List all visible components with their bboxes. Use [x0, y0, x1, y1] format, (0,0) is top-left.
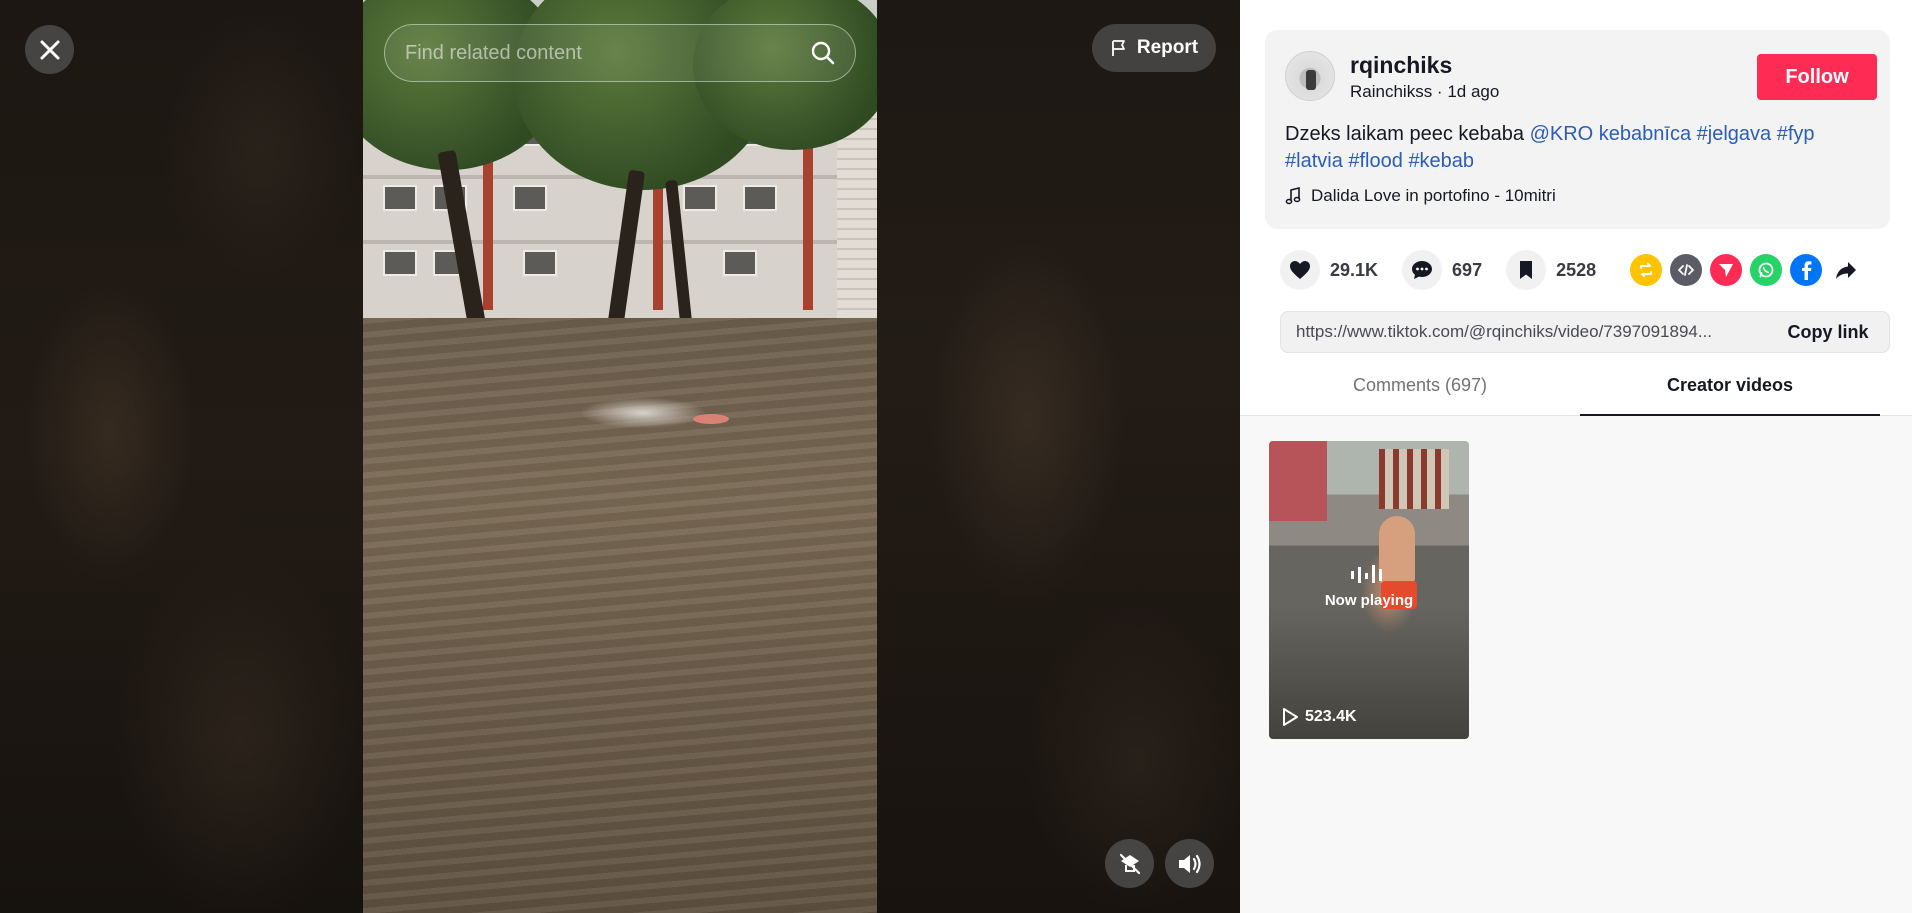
hashtag-link[interactable]: #jelgava: [1697, 123, 1772, 145]
username[interactable]: rqinchiks: [1350, 52, 1452, 79]
favorite-count: 2528: [1556, 259, 1597, 280]
favorite-button[interactable]: 2528: [1506, 250, 1596, 290]
flag-icon: [1111, 40, 1125, 56]
hashtag-link[interactable]: #kebab: [1408, 150, 1474, 172]
view-count: 523.4K: [1281, 707, 1357, 727]
tab-bar: Comments (697) Creator videos: [1240, 372, 1912, 416]
search-input[interactable]: [405, 41, 809, 65]
music-title: Dalida Love in portofino - 10mitri: [1311, 186, 1556, 205]
action-bar: 29.1K 697 2528: [1280, 249, 1890, 291]
heart-icon: [1290, 261, 1310, 279]
video-info-card: rqinchiks Rainchikss · 1d ago Follow Dze…: [1265, 30, 1890, 229]
now-playing-label: Now playing: [1324, 592, 1414, 609]
report-label: Report: [1136, 37, 1199, 58]
creator-videos-grid: Now playing 523.4K: [1240, 416, 1912, 913]
comment-count: 697: [1452, 259, 1483, 280]
follow-button[interactable]: Follow: [1757, 54, 1877, 100]
floating-player-icon: [1119, 853, 1140, 874]
now-playing-indicator: Now playing: [1269, 563, 1469, 609]
copy-link-button[interactable]: Copy link: [1767, 322, 1889, 343]
separator: ·: [1432, 82, 1448, 101]
mention-link[interactable]: @KRO kebabnīca: [1530, 123, 1692, 145]
share-link-box: https://www.tiktok.com/@rqinchiks/video/…: [1280, 311, 1890, 353]
hashtag-link[interactable]: #flood: [1348, 150, 1403, 172]
facebook-icon[interactable]: [1790, 254, 1822, 286]
play-icon: [1283, 708, 1298, 726]
volume-button[interactable]: [1165, 839, 1214, 888]
hashtag-link[interactable]: #latvia: [1285, 150, 1343, 172]
blurred-background-left: [0, 0, 363, 913]
close-icon: [40, 40, 59, 59]
equalizer-icon: [1351, 565, 1382, 583]
like-count: 29.1K: [1330, 259, 1379, 280]
music-link[interactable]: Dalida Love in portofino - 10mitri: [1285, 186, 1556, 206]
tab-comments[interactable]: Comments (697): [1270, 372, 1570, 416]
details-panel: rqinchiks Rainchikss · 1d ago Follow Dze…: [1240, 0, 1912, 913]
hashtag-link[interactable]: #fyp: [1777, 123, 1815, 145]
like-button[interactable]: 29.1K: [1280, 250, 1378, 290]
display-name: Rainchikss: [1350, 82, 1433, 101]
share-icons: [1630, 254, 1862, 286]
bookmark-icon: [1520, 261, 1533, 279]
floating-player-button[interactable]: [1105, 839, 1154, 888]
caption-text: Dzeks laikam peec kebaba: [1285, 123, 1530, 145]
video-caption: Dzeks laikam peec kebaba @KRO kebabnīca …: [1285, 121, 1875, 175]
creator-subline: Rainchikss · 1d ago: [1350, 82, 1499, 102]
report-button[interactable]: Report: [1092, 24, 1216, 72]
whatsapp-icon[interactable]: [1750, 254, 1782, 286]
embed-icon[interactable]: [1670, 254, 1702, 286]
blurred-background-right: [877, 0, 1240, 913]
video-thumbnail[interactable]: Now playing 523.4K: [1269, 441, 1469, 739]
repost-icon[interactable]: [1630, 254, 1662, 286]
tiktok-video-viewer: Report rqinchiks Rainchikss · 1d ago: [0, 0, 1912, 913]
post-time: 1d ago: [1447, 82, 1500, 101]
comment-icon: [1412, 261, 1433, 279]
music-note-icon: [1285, 187, 1301, 205]
video-region: Report: [0, 0, 1240, 913]
comment-button[interactable]: 697: [1402, 250, 1482, 290]
send-to-friends-icon[interactable]: [1710, 254, 1742, 286]
search-bar: [384, 24, 856, 82]
search-icon[interactable]: [809, 39, 837, 67]
video-flood-water: [363, 318, 877, 913]
video-url[interactable]: https://www.tiktok.com/@rqinchiks/video/…: [1281, 322, 1767, 342]
volume-icon: [1178, 854, 1201, 873]
share-arrow-icon[interactable]: [1830, 254, 1862, 286]
avatar[interactable]: [1285, 51, 1335, 101]
close-button[interactable]: [25, 25, 74, 74]
view-count-value: 523.4K: [1305, 708, 1357, 725]
tab-creator-videos[interactable]: Creator videos: [1580, 372, 1880, 416]
video-player[interactable]: [363, 0, 877, 913]
video-swimmer: [693, 414, 729, 424]
